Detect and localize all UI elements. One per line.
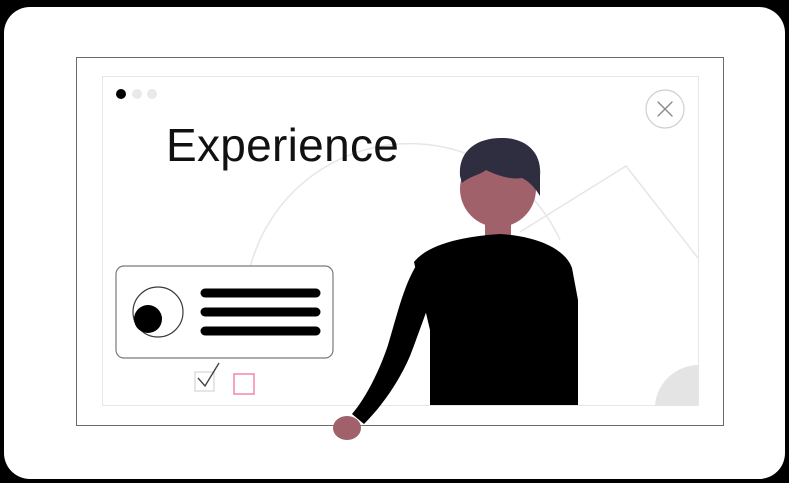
pager-dot[interactable] — [147, 89, 157, 99]
pager-dot[interactable] — [132, 89, 142, 99]
profile-card — [115, 265, 334, 359]
close-button[interactable] — [645, 89, 685, 129]
avatar-icon — [132, 286, 184, 338]
illustration — [76, 57, 724, 440]
slide-title: Experience — [166, 119, 400, 171]
checkbox-icon[interactable] — [233, 373, 255, 395]
pager-dots — [116, 89, 157, 99]
pager-dot-active[interactable] — [116, 89, 126, 99]
